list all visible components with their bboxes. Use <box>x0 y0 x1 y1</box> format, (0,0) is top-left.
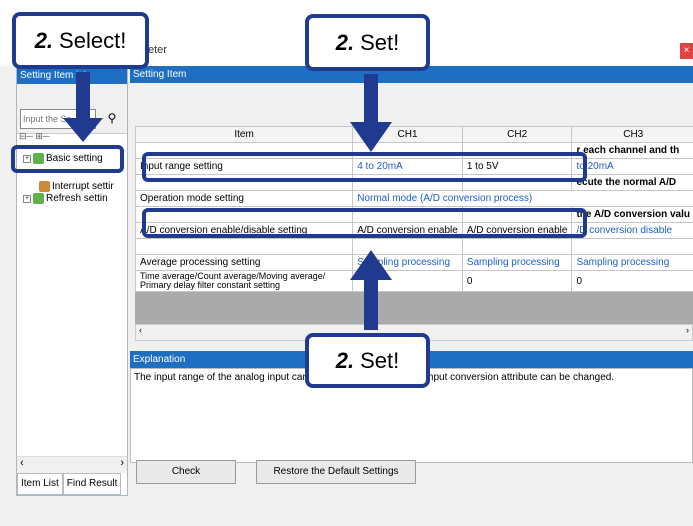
input-range-highlight <box>142 152 587 182</box>
left-pane-header: Setting Item ist <box>17 67 127 84</box>
row-item: Time average/Count average/Moving averag… <box>134 270 354 292</box>
select-callout: 2. Select! <box>12 12 149 69</box>
left-tabs: Item List Find Result <box>17 473 127 495</box>
set-arrow-down-shaft <box>364 74 378 126</box>
group-label: ecute the normal A/D <box>571 174 693 191</box>
cell-ch3[interactable]: 0 <box>571 270 693 292</box>
explanation-text-2: the input conversion attribute can be ch… <box>409 372 615 383</box>
tree-item-label: Interrupt settir <box>52 181 114 192</box>
binoculars-icon[interactable]: ⚲ <box>102 108 122 128</box>
refresh-check-icon <box>33 193 44 204</box>
select-arrow-shaft <box>76 72 90 120</box>
cell-ch3[interactable]: to 20mA <box>571 158 693 175</box>
tree-item-refresh-setting[interactable]: + Refresh settin <box>23 193 108 204</box>
tab-find-result[interactable]: Find Result <box>62 473 122 495</box>
table-row: Average processing setting Sampling proc… <box>134 254 693 271</box>
left-horizontal-scrollbar[interactable]: ‹ › <box>17 456 127 473</box>
group-label: the A/D conversion valu <box>571 206 693 223</box>
interrupt-icon <box>39 181 50 192</box>
table-row: Time average/Count average/Moving averag… <box>134 270 693 292</box>
set-arrow-down-head <box>350 122 392 152</box>
col-header-item: Item <box>134 126 354 143</box>
tab-item-list[interactable]: Item List <box>17 473 63 495</box>
table-row: Operation mode setting Normal mode (A/D … <box>134 190 693 207</box>
close-button[interactable]: × <box>680 43 693 59</box>
col-header-ch3: CH3 <box>571 126 693 143</box>
tree-item-label: Refresh settin <box>46 193 108 204</box>
set-callout-top: 2. Set! <box>305 14 430 71</box>
explanation-text: The input range of the analog input can <box>134 372 309 383</box>
col-header-ch2: CH2 <box>461 126 573 143</box>
set-arrow-up-head <box>350 250 392 280</box>
select-arrow-head <box>63 118 103 142</box>
tree-item-interrupt-setting[interactable]: Interrupt settir <box>39 181 114 192</box>
ad-enable-highlight <box>142 208 587 238</box>
cell-ch2[interactable]: 0 <box>461 270 573 292</box>
row-item: Average processing setting <box>134 254 354 271</box>
basic-setting-highlight <box>11 145 124 173</box>
set-arrow-up-shaft <box>364 278 378 330</box>
cell-ch2[interactable]: Sampling processing <box>461 254 573 271</box>
window-title: eter <box>148 44 167 56</box>
setting-item-pane: Setting Item Item CH1 CH2 CH3 r each cha… <box>130 66 693 496</box>
group-label: r each channel and th <box>571 142 693 159</box>
cell-ch3[interactable]: Sampling processing <box>571 254 693 271</box>
tree-root-icon: ⊟─ ⊞─ <box>19 131 50 141</box>
restore-default-button[interactable]: Restore the Default Settings <box>256 460 416 484</box>
cell-ch1[interactable]: Normal mode (A/D conversion process) <box>352 190 693 207</box>
set-callout-bottom: 2. Set! <box>305 333 430 388</box>
expand-icon[interactable]: + <box>23 194 31 203</box>
cell-ch3[interactable]: /D conversion disable <box>571 222 693 239</box>
check-button[interactable]: Check <box>136 460 236 484</box>
row-item: Operation mode setting <box>134 190 354 207</box>
